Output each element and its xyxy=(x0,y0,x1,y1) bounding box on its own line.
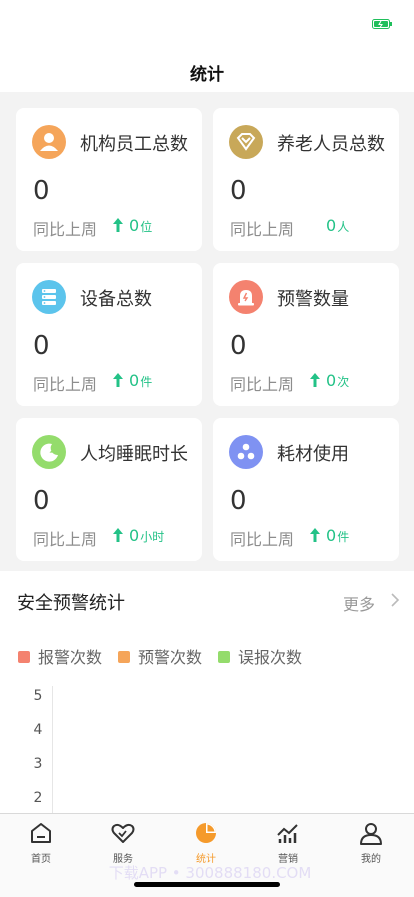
card-consumables[interactable]: 耗材使用 0 同比上周 0件 xyxy=(213,418,399,561)
card-value: 0 xyxy=(33,331,50,361)
alarm-icon xyxy=(229,280,263,314)
tab-label: 我的 xyxy=(361,854,381,865)
card-compare-label: 同比上周 xyxy=(230,375,295,394)
y-axis-line xyxy=(52,686,53,818)
card-compare-label: 同比上周 xyxy=(33,530,98,549)
watermark-text: 下载APP • 300888180.COM xyxy=(108,864,312,882)
card-compare-label: 同比上周 xyxy=(230,530,295,549)
arrow-up-icon xyxy=(310,528,320,542)
pie-chart-icon xyxy=(196,823,216,843)
card-compare-label: 同比上周 xyxy=(33,375,98,394)
moon-icon xyxy=(32,435,66,469)
card-warning-count[interactable]: 预警数量 0 同比上周 0次 xyxy=(213,263,399,406)
card-compare-label: 同比上周 xyxy=(33,220,98,239)
trend-chart-icon xyxy=(277,824,298,843)
arrow-up-icon xyxy=(310,373,320,387)
card-value: 0 xyxy=(33,176,50,206)
card-value: 0 xyxy=(230,176,247,206)
y-tick-label: 5 xyxy=(33,688,43,704)
panel-title: 安全预警统计 xyxy=(17,593,125,614)
card-delta: 0件 xyxy=(309,526,349,545)
card-compare-label: 同比上周 xyxy=(230,220,295,239)
home-indicator xyxy=(134,882,280,887)
user-icon xyxy=(360,823,382,845)
person-icon xyxy=(32,125,66,159)
card-delta: 0人 xyxy=(326,216,350,235)
dots-icon xyxy=(229,435,263,469)
card-staff-total[interactable]: 机构员工总数 0 同比上周 0位 xyxy=(16,108,202,251)
card-label: 机构员工总数 xyxy=(80,134,188,155)
card-label: 养老人员总数 xyxy=(277,134,385,155)
legend-item-alarm[interactable]: 报警次数 xyxy=(18,644,102,668)
legend-item-false-alarm[interactable]: 误报次数 xyxy=(218,644,302,668)
card-label: 耗材使用 xyxy=(277,444,349,465)
tab-statistics[interactable]: 统计 xyxy=(176,820,236,865)
tab-service[interactable]: 服务 xyxy=(93,820,153,865)
heart-hand-icon xyxy=(111,823,135,843)
card-device-total[interactable]: 设备总数 0 同比上周 0件 xyxy=(16,263,202,406)
arrow-up-icon xyxy=(113,373,123,387)
warning-chart: 5 4 3 2 xyxy=(0,681,414,818)
tab-home[interactable]: 首页 xyxy=(11,820,71,865)
card-value: 0 xyxy=(230,486,247,516)
card-value: 0 xyxy=(230,331,247,361)
more-link[interactable]: 更多 xyxy=(343,591,375,615)
card-label: 人均睡眠时长 xyxy=(80,444,188,465)
home-icon xyxy=(31,823,51,843)
card-label: 设备总数 xyxy=(80,289,152,310)
card-delta: 0小时 xyxy=(112,526,164,545)
y-tick-label: 2 xyxy=(33,790,43,806)
page-title: 统计 xyxy=(190,65,224,85)
nav-bar: 统计 xyxy=(0,44,414,92)
tab-mine[interactable]: 我的 xyxy=(341,820,401,865)
heart-diamond-icon xyxy=(229,125,263,159)
card-sleep-avg[interactable]: 人均睡眠时长 0 同比上周 0小时 xyxy=(16,418,202,561)
card-elderly-total[interactable]: 养老人员总数 0 同比上周 0人 xyxy=(213,108,399,251)
status-bar xyxy=(0,0,414,44)
tab-label: 首页 xyxy=(31,854,51,865)
y-tick-label: 4 xyxy=(33,722,43,738)
card-delta: 0件 xyxy=(112,371,152,390)
card-delta: 0位 xyxy=(112,216,152,235)
arrow-up-icon xyxy=(113,528,123,542)
card-delta: 0次 xyxy=(309,371,349,390)
tab-marketing[interactable]: 营销 xyxy=(258,820,318,865)
battery-icon xyxy=(372,19,392,29)
arrow-up-icon xyxy=(113,218,123,232)
legend-item-warning[interactable]: 预警次数 xyxy=(118,644,202,668)
device-list-icon xyxy=(32,280,66,314)
chevron-right-icon[interactable] xyxy=(390,593,400,607)
y-tick-label: 3 xyxy=(33,756,43,772)
safety-warning-panel: 安全预警统计 更多 报警次数 预警次数 误报次数 5 4 3 2 xyxy=(0,571,414,818)
card-label: 预警数量 xyxy=(277,289,349,310)
card-value: 0 xyxy=(33,486,50,516)
